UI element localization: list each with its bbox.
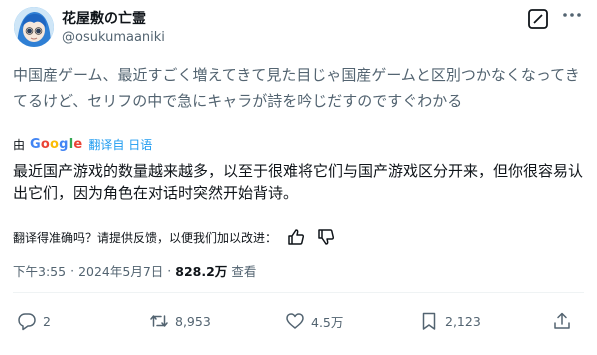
bookmark-button[interactable]: 2,123 <box>419 311 481 331</box>
bookmark-icon <box>422 312 436 330</box>
heart-icon <box>286 313 304 329</box>
user-handle[interactable]: @osukumaaniki <box>62 30 165 45</box>
thumbs-up-icon[interactable] <box>287 228 305 246</box>
repost-count: 8,953 <box>175 313 211 329</box>
more-dots-icon[interactable] <box>559 6 585 30</box>
divider <box>13 292 584 293</box>
share-button[interactable] <box>552 311 578 331</box>
post-meta: 下午3:55 · 2024年5月7日 · 828.2万 查看 <box>13 261 260 280</box>
avatar[interactable] <box>14 7 54 47</box>
reply-button[interactable]: 2 <box>17 311 51 331</box>
views-count: 828.2万 <box>175 264 228 279</box>
grok-icon[interactable] <box>527 8 549 30</box>
google-logo: Google <box>30 136 83 152</box>
original-post-text: 中国産ゲーム、最近すごく増えてきて見た目じゃ国産ゲームと区別つかなくなってきてる… <box>13 66 580 110</box>
like-button[interactable]: 4.5万 <box>285 311 343 331</box>
meta-separator-2: · <box>167 263 172 278</box>
post-date[interactable]: 2024年5月7日 <box>78 261 163 280</box>
like-count: 4.5万 <box>311 314 344 330</box>
translation-feedback: 翻译得准确吗？请提供反馈，以便我们加以改进： <box>13 227 335 247</box>
repost-button[interactable]: 8,953 <box>149 311 211 331</box>
reply-icon <box>18 313 36 331</box>
feedback-text: 翻译得准确吗？请提供反馈，以便我们加以改进： <box>13 230 278 245</box>
meta-separator: · <box>70 263 75 278</box>
reply-count: 2 <box>43 313 51 329</box>
anime-avatar-icon <box>14 7 54 47</box>
bookmark-count: 2,123 <box>445 313 481 329</box>
repost-icon <box>150 315 168 327</box>
share-icon <box>554 312 570 329</box>
translation-source-link[interactable]: 翻译自 日语 <box>88 136 152 153</box>
views-label: 查看 <box>231 264 257 279</box>
translation-attribution: 由 Google 翻译自 日语 <box>13 135 152 153</box>
thumbs-down-icon[interactable] <box>317 228 335 246</box>
post-time[interactable]: 下午3:55 <box>13 261 66 280</box>
translated-post-text: 最近国产游戏的数量越来越多，以至于很难将它们与国产游戏区分开来，但你很容易认出它… <box>13 162 584 202</box>
display-name[interactable]: 花屋敷の亡霊 <box>62 8 146 28</box>
translated-by-prefix: 由 <box>13 137 26 152</box>
